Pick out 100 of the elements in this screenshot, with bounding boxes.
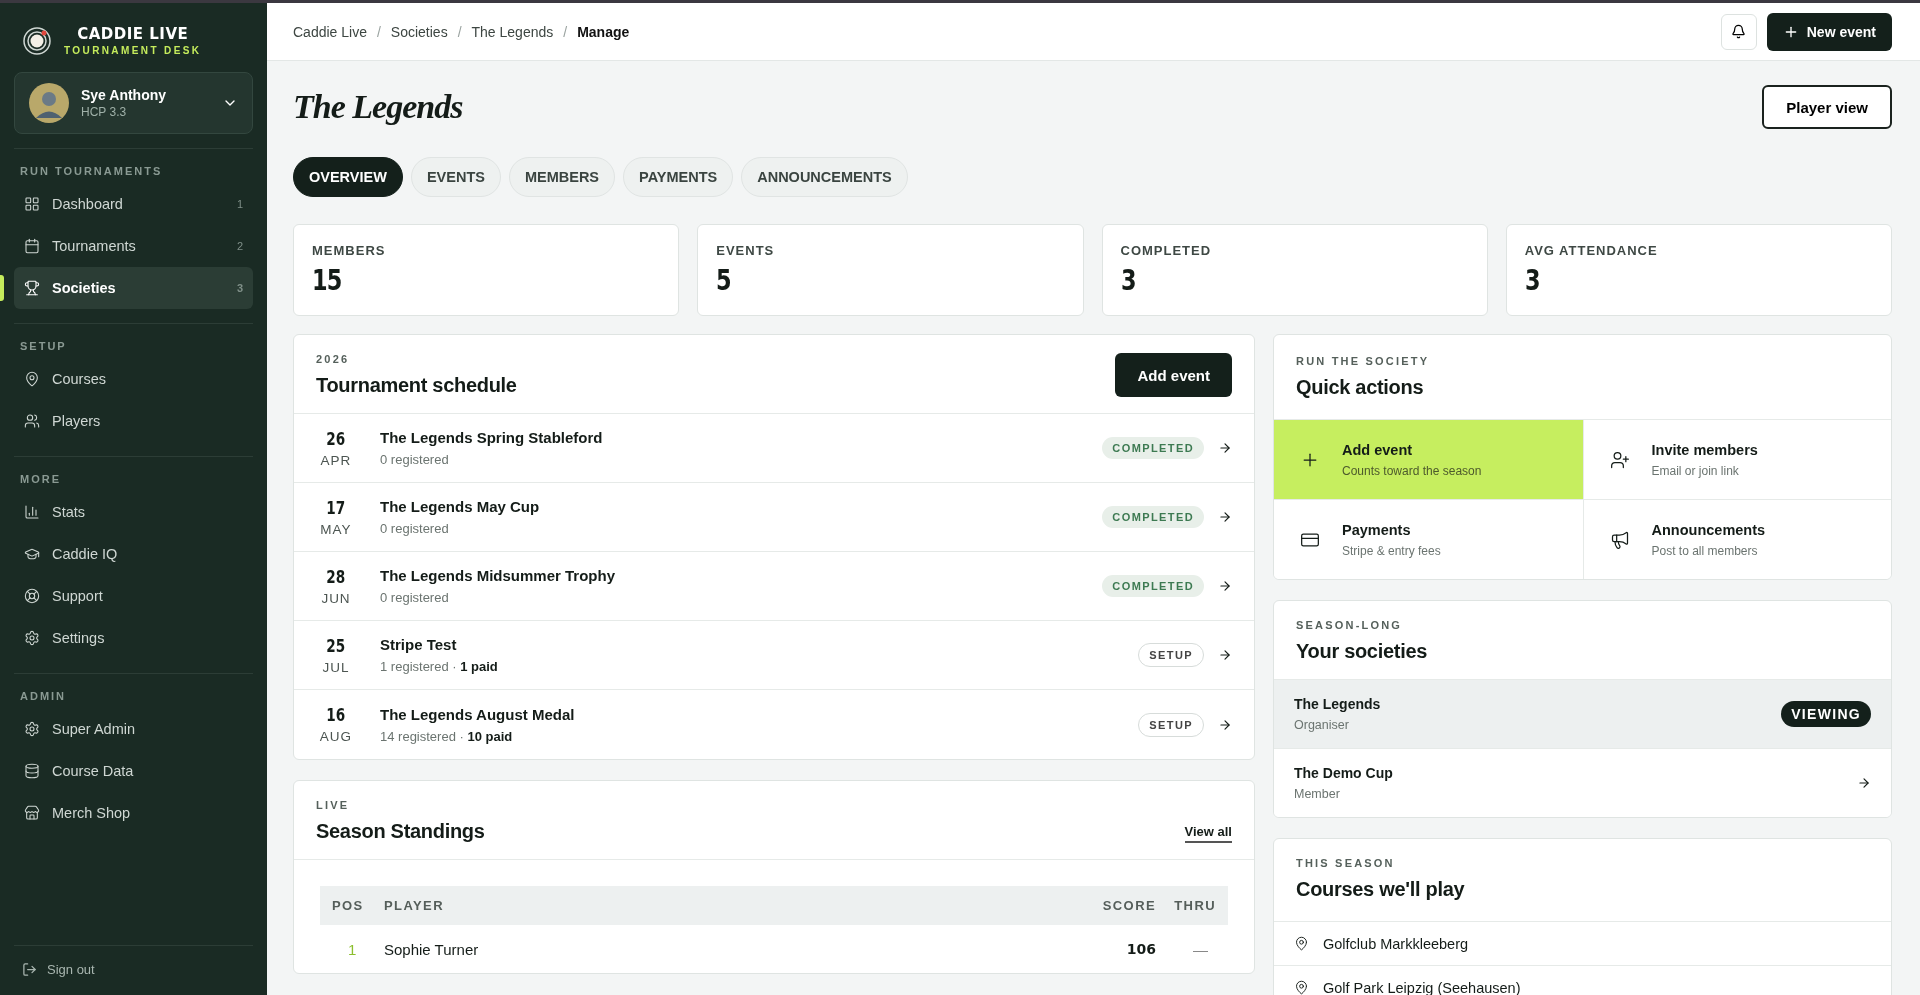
course-name: Golfclub Markkleeberg <box>1323 935 1469 952</box>
add-event-button[interactable]: Add event <box>1115 353 1232 397</box>
quick-action[interactable]: Invite members Email or join link <box>1582 419 1891 499</box>
eyebrow: LIVE <box>316 799 351 811</box>
stat-label: MEMBERS <box>312 243 387 258</box>
eyebrow: SEASON-LONG <box>1296 619 1404 631</box>
nav-item[interactable]: Support <box>14 575 253 617</box>
status-badge: COMPLETED <box>1102 575 1204 597</box>
view-all-link[interactable]: View all <box>1184 824 1232 843</box>
event-name: The Legends Midsummer Trophy <box>380 567 617 584</box>
card-title: Season Standings <box>316 820 485 843</box>
event-detail: 0 registered <box>380 521 450 536</box>
brand-name: CADDIE LIVE <box>77 25 189 43</box>
action-title: Announcements <box>1651 521 1766 538</box>
society-row[interactable]: The Legends Organiser VIEWING <box>1274 679 1891 748</box>
nav-item[interactable]: Courses <box>14 358 253 400</box>
quick-action[interactable]: Payments Stripe & entry fees <box>1274 499 1583 579</box>
nav-item[interactable]: Dashboard 1 <box>14 183 253 225</box>
event-row[interactable]: 16 AUG The Legends August Medal 14 registered · 10 paid SETUP <box>294 690 1254 759</box>
eyebrow: 2026 <box>316 353 351 365</box>
tab[interactable]: ANNOUNCEMENTS <box>741 157 908 197</box>
tab[interactable]: OVERVIEW <box>293 157 403 197</box>
event-month: APR <box>320 452 352 468</box>
action-subtitle: Post to all members <box>1651 543 1759 558</box>
status-badge: COMPLETED <box>1102 506 1204 528</box>
card-title: Your societies <box>1296 640 1428 663</box>
nav-item[interactable]: Super Admin <box>14 708 253 750</box>
trophy-icon <box>24 280 40 296</box>
active-indicator <box>0 275 4 301</box>
breadcrumb[interactable]: Societies <box>390 23 448 40</box>
tab[interactable]: PAYMENTS <box>623 157 734 197</box>
breadcrumb[interactable]: Manage <box>577 23 630 40</box>
event-day: 28 <box>326 566 346 587</box>
map-pin-icon <box>1294 980 1309 995</box>
megaphone-icon <box>1609 529 1630 550</box>
nav-item[interactable]: Merch Shop <box>14 792 253 834</box>
society-row[interactable]: The Demo Cup Member <box>1274 748 1891 817</box>
event-month: MAY <box>320 521 352 537</box>
quick-action[interactable]: Add event Counts toward the season <box>1274 419 1583 499</box>
users-icon <box>24 413 40 429</box>
event-row[interactable]: 28 JUN The Legends Midsummer Trophy 0 registered COMPLETED <box>294 552 1254 621</box>
stat-value: 3 <box>1524 264 1541 297</box>
society-role: Member <box>1294 787 1341 801</box>
event-row[interactable]: 25 JUL Stripe Test 1 registered · 1 paid SETUP <box>294 621 1254 690</box>
user-plus-icon <box>1609 449 1630 470</box>
nav-count: 2 <box>236 240 243 252</box>
logo-icon <box>22 25 52 56</box>
nav-item[interactable]: Caddie IQ <box>14 533 253 575</box>
breadcrumb[interactable]: Caddie Live <box>293 23 367 40</box>
card-title: Courses we'll play <box>1296 878 1465 901</box>
stat-label: EVENTS <box>716 243 776 258</box>
breadcrumb[interactable]: The Legends <box>471 23 554 40</box>
log-out-icon <box>22 962 37 977</box>
avatar-icon <box>29 83 69 123</box>
graduation-cap-icon <box>24 546 40 562</box>
section-title: RUN TOURNAMENTS <box>19 165 164 177</box>
database-icon <box>24 763 40 779</box>
section-title: MORE <box>19 473 62 485</box>
society-name: The Demo Cup <box>1294 765 1394 781</box>
new-event-button[interactable]: New event <box>1766 12 1892 51</box>
nav-item[interactable]: Players <box>14 400 253 442</box>
column-header: THRU <box>1173 898 1216 913</box>
event-detail: 14 registered · 10 paid <box>380 728 514 744</box>
tab[interactable]: MEMBERS <box>508 157 616 197</box>
event-day: 25 <box>326 635 346 656</box>
column-header: SCORE <box>1101 898 1156 913</box>
sign-out-link[interactable]: Sign out <box>14 945 253 995</box>
event-detail: 0 registered <box>380 452 450 467</box>
event-month: JUL <box>322 659 350 675</box>
calendar-icon <box>24 238 40 254</box>
table-cell-text: 106 <box>1125 941 1156 957</box>
action-title: Add event <box>1342 441 1414 458</box>
course-name: Golf Park Leipzig (Seehausen) <box>1323 979 1521 995</box>
tab[interactable]: EVENTS <box>410 157 501 197</box>
notifications-button[interactable] <box>1720 13 1757 50</box>
nav-item[interactable]: Stats <box>14 491 253 533</box>
event-day: 16 <box>326 705 346 725</box>
table-cell-text: 1 <box>347 940 358 958</box>
column-header: PLAYER <box>384 898 445 913</box>
event-row[interactable]: 17 MAY The Legends May Cup 0 registered COMPLETED <box>294 483 1254 552</box>
event-detail: 0 registered <box>380 590 450 605</box>
player-view-button[interactable]: Player view <box>1762 85 1892 129</box>
store-icon <box>24 805 40 821</box>
stat-value: 5 <box>716 264 733 297</box>
society-name: The Legends <box>1294 696 1382 712</box>
event-row[interactable]: 26 APR The Legends Spring Stableford 0 registered COMPLETED <box>294 414 1254 483</box>
nav-item[interactable]: Course Data <box>14 750 253 792</box>
user-name: Sye Anthony <box>81 87 168 103</box>
quick-action[interactable]: Announcements Post to all members <box>1582 499 1891 579</box>
event-day: 26 <box>326 428 346 449</box>
map-pin-icon <box>1294 936 1309 951</box>
bell-icon <box>1731 24 1747 39</box>
event-name: Stripe Test <box>380 636 458 653</box>
nav-count: 3 <box>236 282 243 294</box>
nav-count: 1 <box>236 198 243 210</box>
profile-card[interactable]: Sye Anthony HCP 3.3 <box>14 72 253 134</box>
nav-item[interactable]: Settings <box>14 617 253 659</box>
card-title: Quick actions <box>1296 376 1425 399</box>
section-title: SETUP <box>19 340 68 352</box>
nav-item[interactable]: Tournaments 2 <box>14 225 253 267</box>
